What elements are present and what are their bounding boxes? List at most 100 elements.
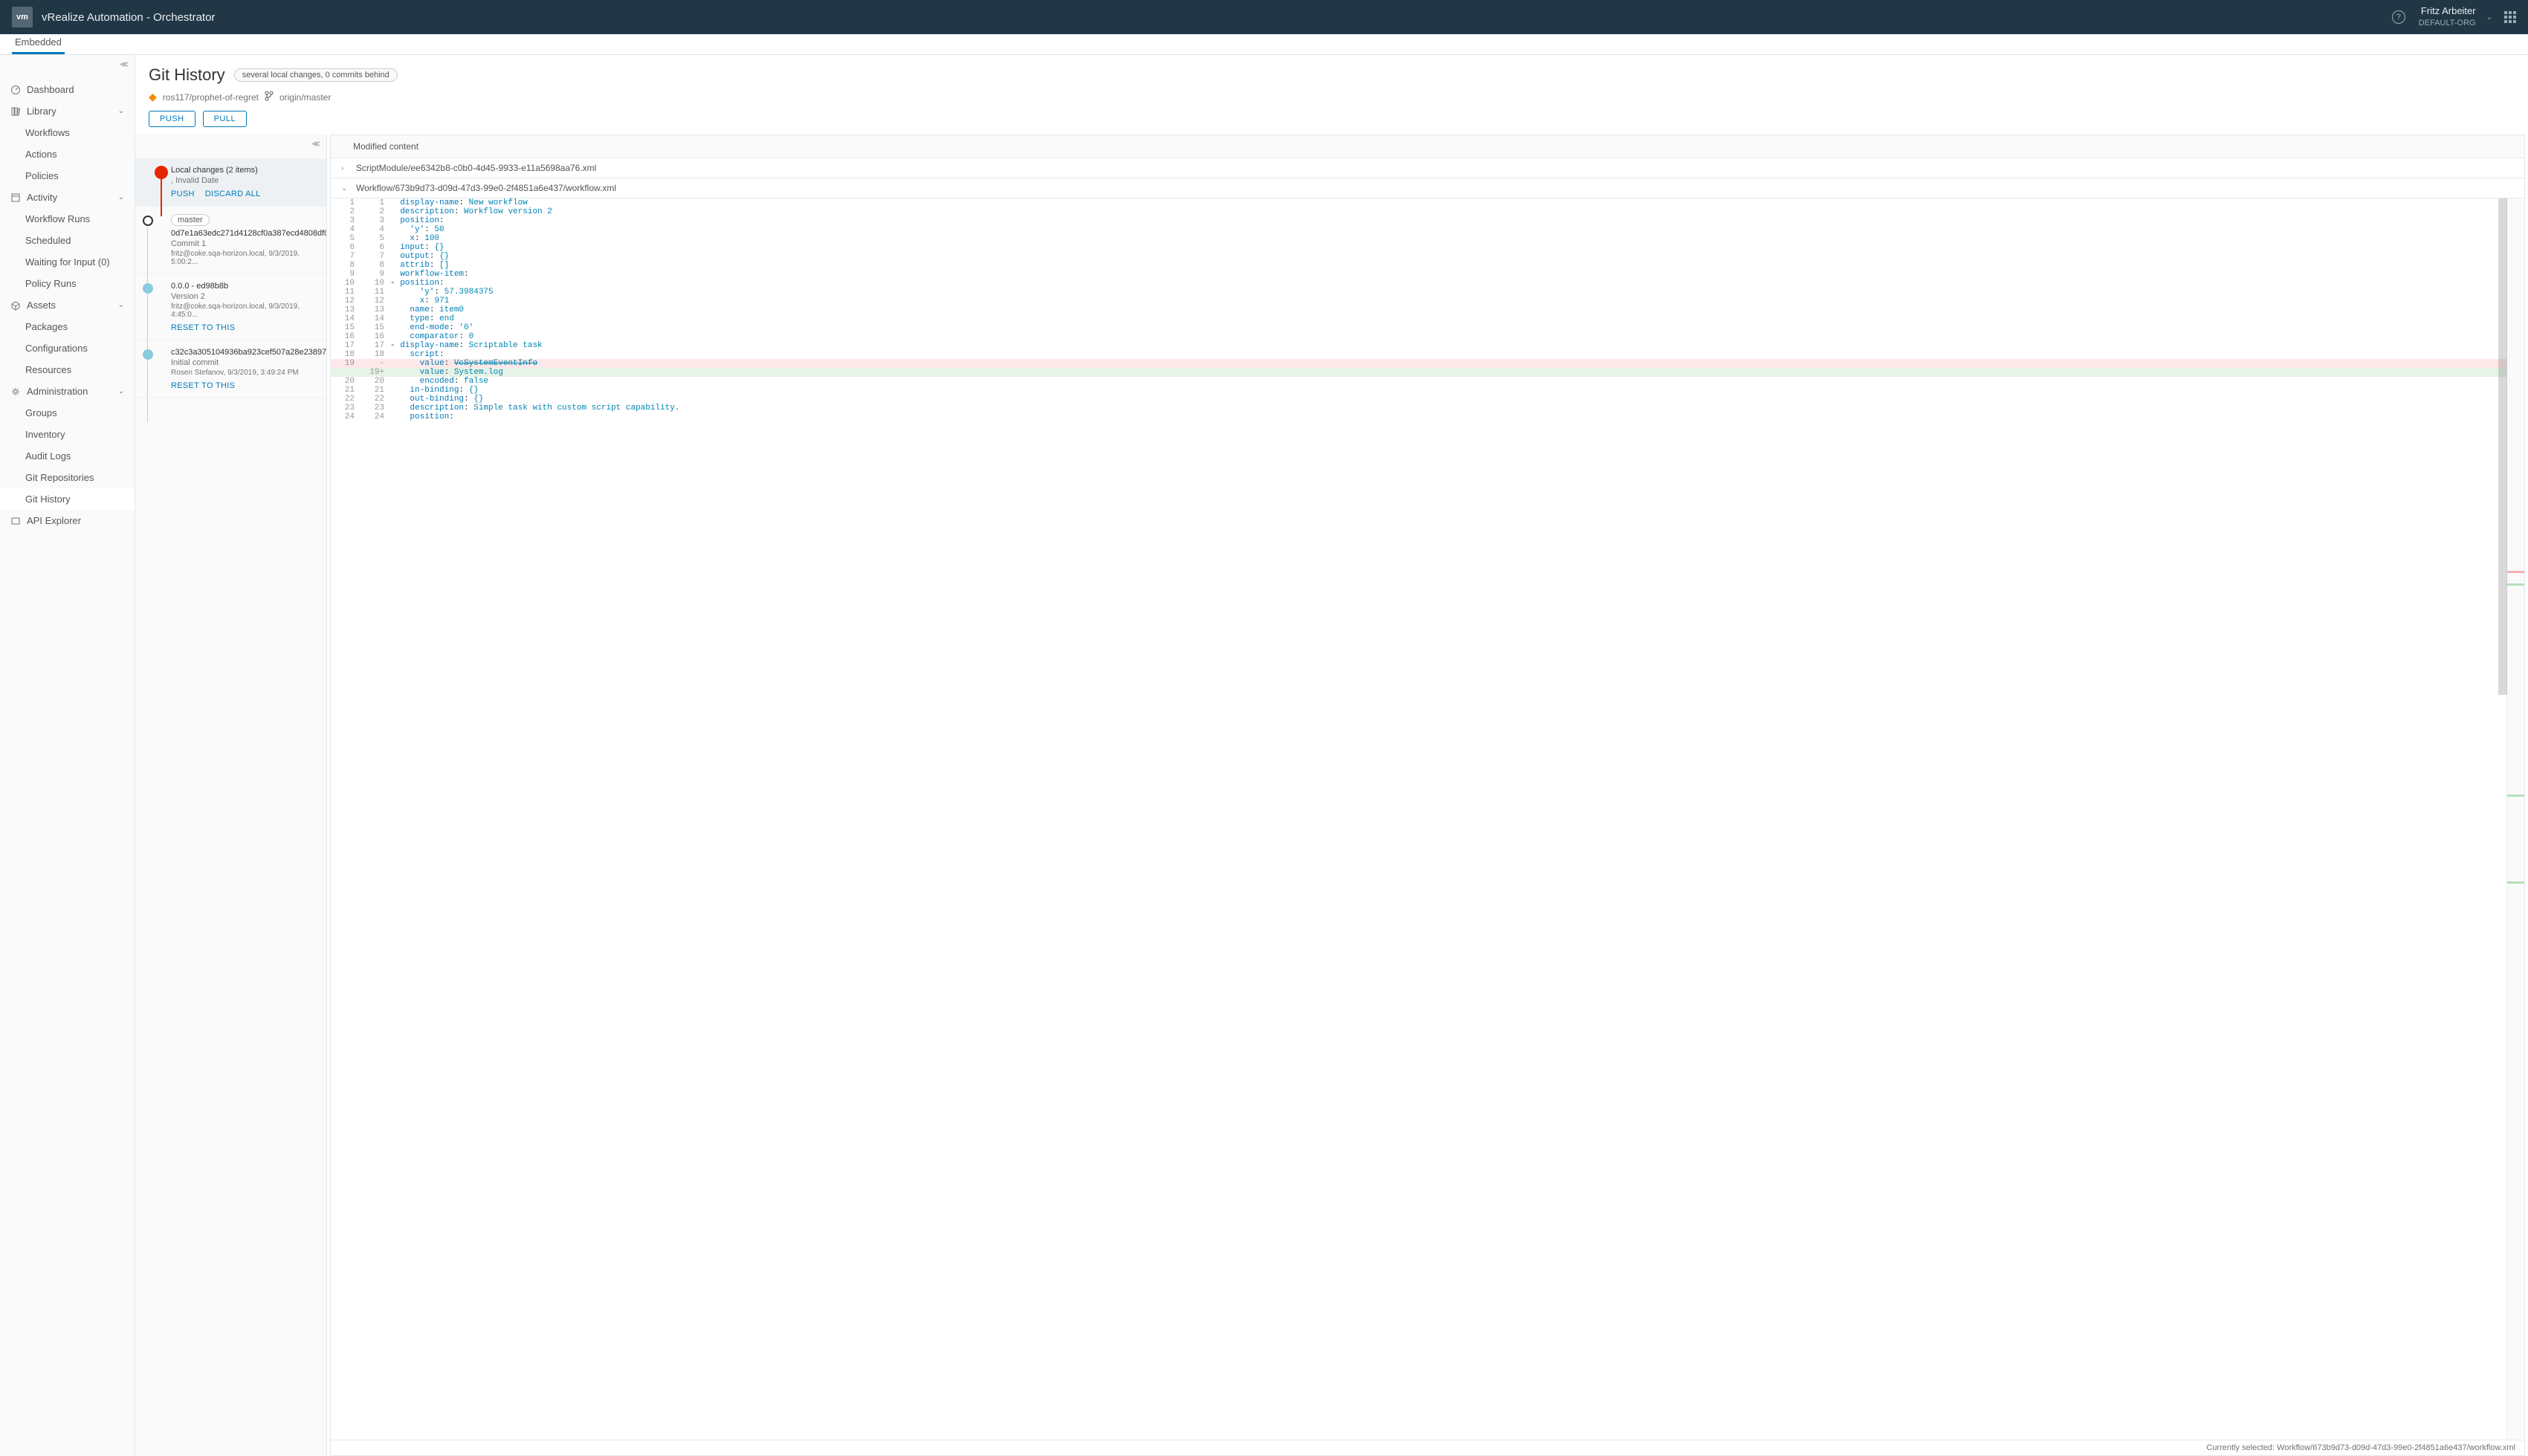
code-content: 'y': 50: [390, 225, 2506, 234]
diff-line: 1010- position:: [331, 279, 2506, 288]
chevron-right-icon: ›: [341, 164, 349, 172]
page-title: Git History: [149, 65, 225, 85]
sidebar-item-policies[interactable]: Policies: [0, 165, 135, 187]
line-number-new: 2: [361, 207, 390, 216]
sidebar-item-label: Packages: [25, 321, 68, 332]
dashboard-icon: [10, 85, 21, 95]
line-number-old: 5: [331, 234, 361, 243]
diff-line: 2323 description: Simple task with custo…: [331, 404, 2506, 412]
diff-file-row[interactable]: › ScriptModule/ee6342b8-c0b0-4d45-9933-e1…: [331, 158, 2524, 178]
sidebar-item-activity[interactable]: Activity⌄: [0, 187, 135, 208]
main-content: Git History several local changes, 0 com…: [135, 55, 2528, 1456]
sidebar-item-audit-logs[interactable]: Audit Logs: [0, 445, 135, 467]
line-number-new: 18: [361, 350, 390, 359]
activity-icon: [10, 192, 21, 203]
code-content: type: end: [390, 314, 2506, 323]
sidebar-item-label: Policy Runs: [25, 278, 77, 289]
file-path: ScriptModule/ee6342b8-c0b0-4d45-9933-e11…: [356, 163, 596, 173]
status-badge: several local changes, 0 commits behind: [234, 68, 398, 82]
line-number-old: [331, 368, 361, 377]
commit-action-reset-to-this[interactable]: RESET TO THIS: [171, 323, 235, 332]
diff-line: 2424 position:: [331, 412, 2506, 421]
tab-embedded[interactable]: Embedded: [12, 32, 65, 54]
diff-file-row[interactable]: ⌄ Workflow/673b9d73-d09d-47d3-99e0-2f4851…: [331, 178, 2524, 198]
apps-grid-icon[interactable]: [2504, 11, 2516, 23]
pull-button[interactable]: PULL: [203, 111, 248, 127]
sidebar-item-git-history[interactable]: Git History: [0, 488, 135, 510]
commit-item[interactable]: master0d7e1a63edc271d4128cf0a387ecd4808d…: [135, 207, 326, 274]
chevron-down-icon: ⌄: [118, 387, 124, 395]
commit-dot-icon: [143, 216, 153, 226]
chevron-down-icon[interactable]: ⌄: [2486, 13, 2492, 22]
assets-icon: [10, 300, 21, 311]
commit-item[interactable]: Local changes (2 items), Invalid DatePUS…: [135, 158, 326, 207]
commit-action-reset-to-this[interactable]: RESET TO THIS: [171, 381, 235, 390]
code-content: x: 100: [390, 234, 2506, 243]
sidebar-item-label: Workflows: [25, 127, 70, 138]
commit-action-push[interactable]: PUSH: [171, 190, 195, 198]
sidebar-item-administration[interactable]: Administration⌄: [0, 381, 135, 402]
sidebar-item-library[interactable]: Library⌄: [0, 100, 135, 122]
diff-line: 33 position:: [331, 216, 2506, 225]
diff-line: 55 x: 100: [331, 234, 2506, 243]
collapse-commits-icon[interactable]: ≪: [311, 139, 320, 149]
line-number-new: 10: [361, 279, 390, 288]
sidebar-item-workflow-runs[interactable]: Workflow Runs: [0, 208, 135, 230]
commit-item[interactable]: c32c3a305104936ba923cef507a28e23897fd...…: [135, 340, 326, 398]
sidebar-item-dashboard[interactable]: Dashboard: [0, 79, 135, 100]
commit-item[interactable]: 0.0.0 - ed98b8bVersion 2fritz@coke.sqa-h…: [135, 274, 326, 340]
sidebar-item-packages[interactable]: Packages: [0, 316, 135, 337]
user-menu[interactable]: Fritz Arbeiter DEFAULT-ORG: [2419, 5, 2476, 28]
diff-line: 1717- display-name: Scriptable task: [331, 341, 2506, 350]
code-content: encoded: false: [390, 377, 2506, 386]
commit-action-discard-all[interactable]: DISCARD ALL: [205, 190, 261, 198]
sidebar-item-configurations[interactable]: Configurations: [0, 337, 135, 359]
diff-line: 2121 in-binding: {}: [331, 386, 2506, 395]
collapse-sidebar-icon[interactable]: ≪: [120, 59, 129, 69]
sidebar-item-label: Dashboard: [27, 84, 74, 95]
sidebar-item-policy-runs[interactable]: Policy Runs: [0, 273, 135, 294]
sidebar-item-api-explorer[interactable]: API Explorer: [0, 510, 135, 531]
sidebar-item-resources[interactable]: Resources: [0, 359, 135, 381]
code-content: description: Workflow version 2: [390, 207, 2506, 216]
push-button[interactable]: PUSH: [149, 111, 195, 127]
code-content: input: {}: [390, 243, 2506, 252]
sidebar-item-label: Scheduled: [25, 235, 71, 246]
line-number-old: 23: [331, 404, 361, 412]
line-number-new: 1: [361, 198, 390, 207]
line-number-new: 7: [361, 252, 390, 261]
app-header: vm vRealize Automation - Orchestrator ? …: [0, 0, 2528, 34]
sidebar-item-waiting-for-input-0-[interactable]: Waiting for Input (0): [0, 251, 135, 273]
app-title: vRealize Automation - Orchestrator: [42, 11, 215, 24]
sidebar-item-actions[interactable]: Actions: [0, 143, 135, 165]
commits-column: ≪ Local changes (2 items), Invalid DateP…: [135, 135, 327, 1456]
sidebar-item-inventory[interactable]: Inventory: [0, 424, 135, 445]
diff-line: 19- value: VcSystemEventInfo: [331, 359, 2506, 368]
line-number-old: 17: [331, 341, 361, 350]
chevron-down-icon: ⌄: [341, 184, 349, 192]
minimap-viewport[interactable]: [2498, 198, 2507, 695]
sidebar-item-assets[interactable]: Assets⌄: [0, 294, 135, 316]
sidebar-item-git-repositories[interactable]: Git Repositories: [0, 467, 135, 488]
file-path: Workflow/673b9d73-d09d-47d3-99e0-2f4851a…: [356, 183, 616, 193]
help-icon[interactable]: ?: [2392, 10, 2405, 24]
commit-meta: fritz@coke.sqa-horizon.local, 9/3/2019, …: [171, 250, 317, 266]
line-number-new: 22: [361, 395, 390, 404]
chevron-down-icon: ⌄: [118, 193, 124, 201]
line-number-old: 24: [331, 412, 361, 421]
minimap[interactable]: [2506, 198, 2524, 1440]
commit-dot-icon: [143, 349, 153, 360]
sidebar-item-label: Resources: [25, 364, 71, 375]
line-number-new: 9: [361, 270, 390, 279]
sidebar-item-label: Library: [27, 106, 56, 117]
code-content: workflow-item:: [390, 270, 2506, 279]
diff-panel: Modified content ›ScriptModule/ee6342b8-…: [330, 135, 2525, 1456]
sidebar-item-groups[interactable]: Groups: [0, 402, 135, 424]
commit-subtitle: , Invalid Date: [171, 176, 317, 185]
diff-line: 1212 x: 971: [331, 297, 2506, 305]
line-number-new: 16: [361, 332, 390, 341]
line-number-old: 15: [331, 323, 361, 332]
sidebar-item-workflows[interactable]: Workflows: [0, 122, 135, 143]
sidebar-item-scheduled[interactable]: Scheduled: [0, 230, 135, 251]
diff-footer: Currently selected: Workflow/673b9d73-d0…: [331, 1440, 2524, 1455]
